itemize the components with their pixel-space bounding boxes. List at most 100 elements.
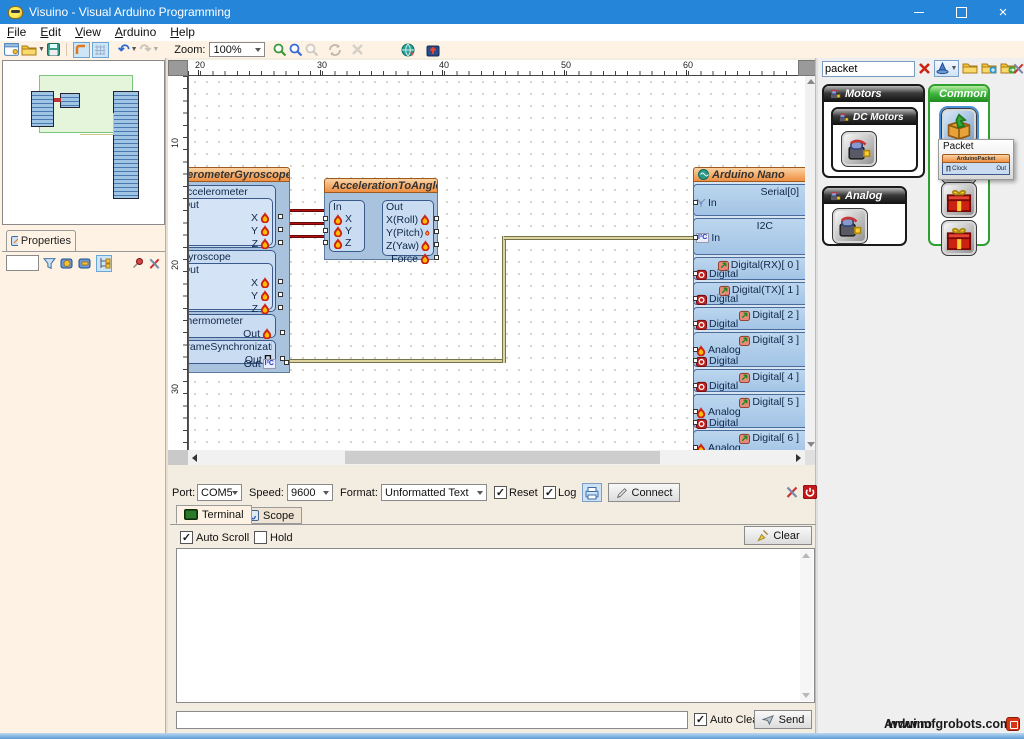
pin-thermometer-out[interactable]: Out [188, 327, 272, 340]
expand-all-icon[interactable] [60, 257, 74, 270]
pin-digital[interactable]: Digital [696, 355, 738, 367]
format-select[interactable]: Unformatted Text [381, 484, 487, 501]
filter-funnel-icon[interactable] [43, 257, 56, 270]
wire-i2c[interactable] [504, 236, 694, 240]
hold-checkbox[interactable] [254, 531, 267, 544]
grid-toggle[interactable] [92, 42, 109, 58]
arduino-section-digital-4[interactable]: Digital[ 4 ] Digital [693, 369, 805, 392]
pin-panel-icon[interactable] [132, 257, 144, 269]
properties-filter-input[interactable] [6, 255, 39, 271]
redo-icon[interactable]: ↷▼ [140, 42, 160, 58]
pin-out-pitch[interactable]: Y(Pitch) [386, 226, 430, 239]
menu-file[interactable]: File [0, 24, 33, 40]
wire-i2c[interactable] [502, 236, 506, 363]
component-packet-binary[interactable] [941, 182, 977, 218]
wire-x[interactable] [288, 209, 328, 212]
pin-out-x[interactable]: X [188, 276, 270, 289]
terminal-scrollbar[interactable] [800, 550, 813, 701]
open-project-icon[interactable]: ▼ [21, 42, 45, 58]
connect-button[interactable]: Connect [608, 483, 680, 502]
pin-serial-in[interactable]: In [696, 197, 717, 209]
block-arduino-nano[interactable]: Arduino Nano Serial[0] In S I2C I²CIn F … [693, 167, 805, 450]
pin-in-y[interactable]: Y [333, 225, 361, 237]
clear-button[interactable]: Clear [744, 526, 812, 545]
auto-scroll-checkbox[interactable] [180, 531, 193, 544]
menu-view[interactable]: View [68, 24, 108, 40]
design-canvas[interactable]: elerometerGyroscope1 Accelerometer Out X… [188, 76, 805, 450]
pin-digital[interactable]: Digital [696, 318, 738, 330]
component-packet-text[interactable] [941, 220, 977, 256]
upload-to-board-icon[interactable] [426, 42, 440, 58]
pin-digital[interactable]: Digital [696, 380, 738, 392]
arduino-section-digital-3[interactable]: Digital[ 3 ] Analog Digital [693, 332, 805, 367]
scrollbar-thumb[interactable] [345, 451, 660, 464]
zoom-reset-icon[interactable] [305, 42, 319, 58]
arduino-section-i2c[interactable]: I2C I²CIn F [693, 218, 805, 255]
log-checkbox[interactable] [543, 486, 556, 499]
web-update-icon[interactable] [401, 42, 415, 58]
zoom-out-icon[interactable] [289, 42, 303, 58]
refresh-icon[interactable] [328, 42, 342, 58]
pin-in-z[interactable]: Z [333, 237, 361, 249]
zoom-select[interactable]: 100% [209, 42, 265, 57]
overview-minimap[interactable] [2, 60, 165, 225]
pin-out-y[interactable]: Y [188, 224, 270, 237]
speed-select[interactable]: 9600 [287, 484, 333, 501]
pin-i2c-out[interactable]: OutI²C [188, 357, 276, 370]
log-file-icon[interactable] [582, 483, 602, 502]
block-header[interactable]: AccelerationToAngle1 [324, 178, 438, 193]
component-search-input[interactable] [822, 61, 915, 77]
arduino-section-serial[interactable]: Serial[0] In S [693, 184, 805, 216]
new-project-icon[interactable] [4, 42, 19, 58]
pin-in-x[interactable]: X [333, 213, 361, 225]
wire-i2c[interactable] [288, 359, 504, 363]
reset-checkbox[interactable] [494, 486, 507, 499]
pin-out-z[interactable]: Z [188, 237, 270, 250]
clear-search-icon[interactable] [918, 62, 931, 75]
auto-clear-checkbox[interactable] [694, 713, 707, 726]
save-project-icon[interactable] [47, 42, 60, 58]
terminal-output[interactable] [176, 548, 815, 703]
menu-edit[interactable]: Edit [33, 24, 68, 40]
send-button[interactable]: Send [754, 710, 812, 729]
panel-tools-icon[interactable] [148, 257, 161, 270]
menu-arduino[interactable]: Arduino [108, 24, 163, 40]
tab-properties[interactable]: Properties [6, 230, 76, 251]
pin-digital[interactable]: Digital [696, 417, 738, 429]
arduino-section-digital-2[interactable]: Digital[ 2 ] Digital [693, 307, 805, 330]
pin-out-x[interactable]: X [188, 211, 270, 224]
arduino-section-digital-6[interactable]: Digital[ 6 ] Analog [693, 430, 805, 450]
block-header[interactable]: Arduino Nano [693, 167, 805, 182]
block-accelerometer-gyroscope[interactable]: elerometerGyroscope1 Accelerometer Out X… [188, 167, 290, 373]
wire-z[interactable] [288, 235, 328, 238]
pin-analog[interactable]: Analog [696, 442, 741, 450]
tab-terminal[interactable]: Terminal [176, 505, 252, 524]
maximize-button[interactable] [940, 0, 982, 24]
zoom-in-icon[interactable] [273, 42, 287, 58]
category-dc-motors[interactable]: DC Motors [831, 107, 918, 172]
tree-view-toggle[interactable] [96, 255, 112, 272]
collapse-all-icon[interactable] [78, 257, 92, 270]
pin-out-force[interactable]: Force [386, 252, 430, 265]
pin-i2c-in[interactable]: I²CIn [696, 232, 720, 244]
block-header[interactable]: elerometerGyroscope1 [188, 167, 290, 182]
add-library-icon[interactable] [981, 62, 997, 74]
pin-out-roll[interactable]: X(Roll) [386, 213, 430, 226]
pin-out-yaw[interactable]: Z(Yaw) [386, 239, 430, 252]
component-analog[interactable] [832, 208, 868, 244]
arduino-section-digital-5[interactable]: Digital[ 5 ] Analog Digital [693, 394, 805, 428]
pin-digital[interactable]: Digital [696, 293, 738, 305]
port-select[interactable]: COM5 (l [197, 484, 242, 501]
palette-tools-icon[interactable] [1012, 62, 1024, 75]
panel-splitter[interactable] [815, 58, 818, 739]
category-motors[interactable]: Motors DC Motors [822, 84, 925, 178]
category-analog[interactable]: Analog [822, 186, 907, 246]
panel-splitter[interactable] [165, 58, 168, 739]
send-message-input[interactable] [176, 711, 688, 729]
disconnect-power-icon[interactable] [803, 485, 817, 499]
route-wires-toggle[interactable] [73, 42, 90, 58]
comm-tools-icon[interactable] [785, 485, 799, 499]
menu-help[interactable]: Help [163, 24, 202, 40]
pin-out-y[interactable]: Y [188, 289, 270, 302]
delete-icon[interactable] [351, 42, 364, 58]
